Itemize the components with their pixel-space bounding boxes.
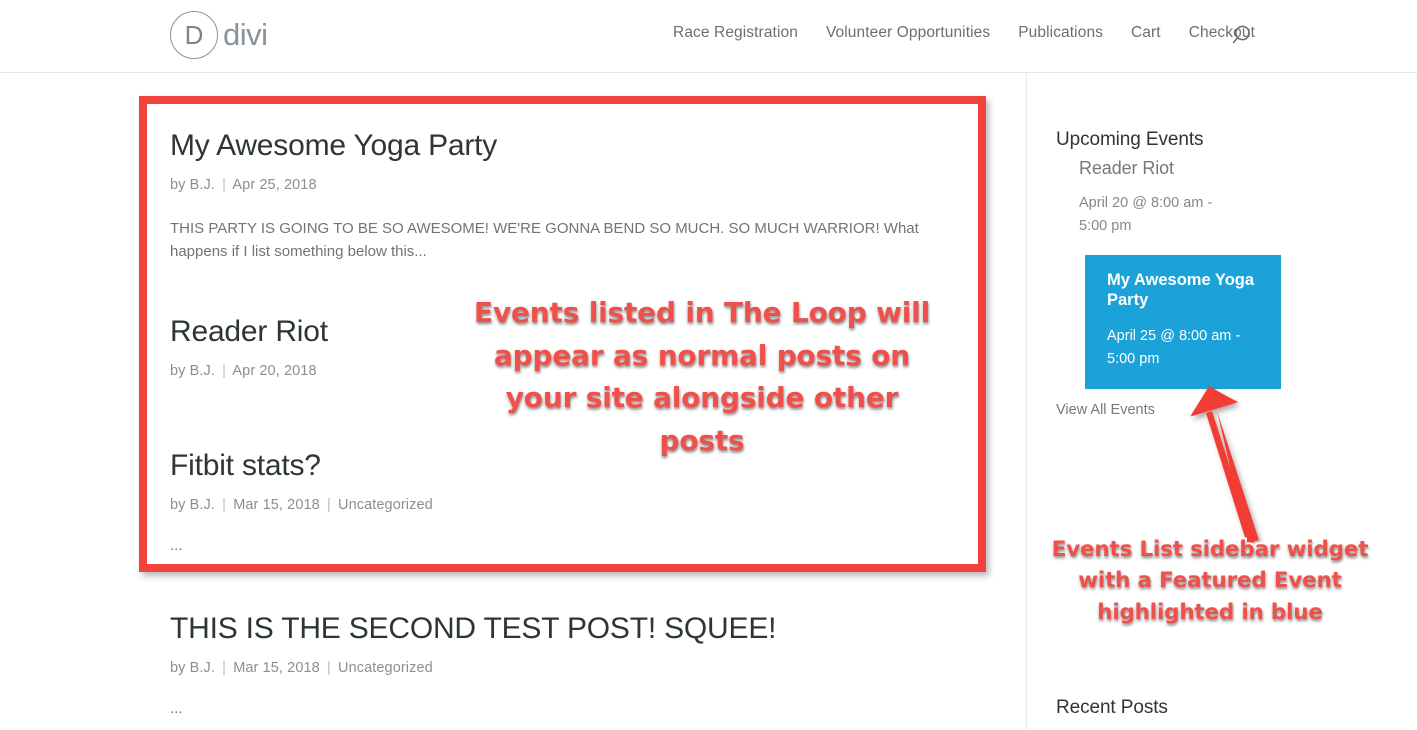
post-item: Fitbit stats? by B.J. | Mar 15, 2018 | U… bbox=[170, 449, 433, 554]
meta-separator: | bbox=[222, 659, 227, 676]
logo-wordmark: divi bbox=[223, 17, 268, 52]
event-list-item: Reader Riot April 20 @ 8:00 am - 5:00 pm bbox=[1079, 158, 1229, 238]
widget-title-upcoming-events: Upcoming Events bbox=[1056, 129, 1204, 150]
post-meta: by B.J. | Apr 25, 2018 bbox=[170, 177, 945, 193]
post-author[interactable]: by B.J. bbox=[170, 177, 215, 193]
post-author[interactable]: by B.J. bbox=[170, 497, 215, 513]
logo-circle-d-icon: D bbox=[170, 11, 218, 59]
meta-separator: | bbox=[326, 659, 331, 676]
post-item: My Awesome Yoga Party by B.J. | Apr 25, … bbox=[170, 129, 945, 263]
post-excerpt: ... bbox=[170, 699, 183, 717]
post-meta: by B.J. | Mar 15, 2018 | Uncategorized bbox=[170, 660, 776, 676]
post-meta: by B.J. | Apr 20, 2018 bbox=[170, 363, 328, 379]
widget-title-recent-posts: Recent Posts bbox=[1056, 697, 1168, 718]
posts-column: My Awesome Yoga Party by B.J. | Apr 25, … bbox=[0, 73, 1026, 730]
post-item: Reader Riot by B.J. | Apr 20, 2018 bbox=[170, 315, 328, 379]
event-name[interactable]: Reader Riot bbox=[1079, 158, 1229, 179]
nav-item-volunteer-opportunities[interactable]: Volunteer Opportunities bbox=[812, 24, 1004, 42]
post-title[interactable]: THIS IS THE SECOND TEST POST! SQUEE! bbox=[170, 612, 776, 647]
main-navigation: Race Registration Volunteer Opportunitie… bbox=[659, 24, 1269, 42]
post-excerpt: THIS PARTY IS GOING TO BE SO AWESOME! WE… bbox=[170, 219, 919, 260]
meta-separator: | bbox=[326, 496, 331, 513]
post-date: Mar 15, 2018 bbox=[233, 659, 320, 676]
event-date: April 25 @ 8:00 am - 5:00 pm bbox=[1107, 327, 1241, 367]
post-meta: by B.J. | Mar 15, 2018 | Uncategorized bbox=[170, 497, 433, 513]
meta-separator: | bbox=[222, 362, 227, 379]
post-category[interactable]: Uncategorized bbox=[338, 497, 433, 513]
event-list-item-featured[interactable]: My Awesome Yoga Party April 25 @ 8:00 am… bbox=[1085, 255, 1281, 389]
nav-item-race-registration[interactable]: Race Registration bbox=[659, 24, 812, 42]
post-author[interactable]: by B.J. bbox=[170, 660, 215, 676]
nav-item-publications[interactable]: Publications bbox=[1004, 24, 1117, 42]
meta-separator: | bbox=[222, 176, 227, 193]
post-category[interactable]: Uncategorized bbox=[338, 660, 433, 676]
post-title[interactable]: My Awesome Yoga Party bbox=[170, 129, 945, 164]
nav-item-cart[interactable]: Cart bbox=[1117, 24, 1175, 42]
post-author[interactable]: by B.J. bbox=[170, 363, 215, 379]
post-item: THIS IS THE SECOND TEST POST! SQUEE! by … bbox=[170, 612, 776, 717]
event-name[interactable]: My Awesome Yoga Party bbox=[1107, 271, 1262, 311]
post-date: Mar 15, 2018 bbox=[233, 496, 320, 513]
post-title[interactable]: Reader Riot bbox=[170, 315, 328, 350]
site-logo[interactable]: D divi bbox=[170, 11, 268, 59]
event-date: April 20 @ 8:00 am - 5:00 pm bbox=[1079, 195, 1213, 234]
post-date: Apr 25, 2018 bbox=[232, 176, 317, 193]
search-icon[interactable] bbox=[1229, 22, 1255, 48]
sidebar: Upcoming Events Reader Riot April 20 @ 8… bbox=[1026, 73, 1417, 730]
post-date: Apr 20, 2018 bbox=[232, 362, 317, 379]
post-excerpt: ... bbox=[170, 536, 183, 554]
post-title[interactable]: Fitbit stats? bbox=[170, 449, 433, 484]
site-header: D divi Race Registration Volunteer Oppor… bbox=[0, 0, 1417, 73]
view-all-events-link[interactable]: View All Events bbox=[1056, 402, 1155, 418]
meta-separator: | bbox=[222, 496, 227, 513]
